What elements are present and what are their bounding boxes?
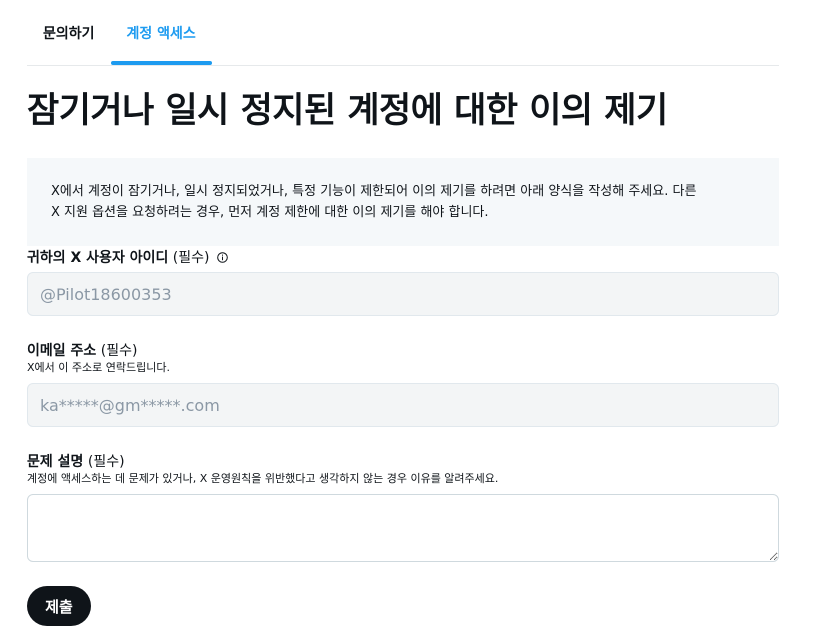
notice-line-1: X에서 계정이 잠기거나, 일시 정지되었거나, 특정 기능이 제한되어 이의 … [51,184,697,199]
email-help: X에서 이 주소로 연락드립니다. [27,361,170,374]
tab-contact[interactable]: 문의하기 [27,0,111,65]
user-id-label-text: 귀하의 X 사용자 아이디 [27,250,169,266]
email-label: 이메일 주소 (필수) [27,340,137,360]
user-id-label: 귀하의 X 사용자 아이디 (필수) [27,247,228,267]
email-input[interactable] [27,383,779,427]
tab-account-access[interactable]: 계정 액세스 [110,0,213,65]
description-textarea[interactable] [27,494,779,562]
email-required: (필수) [100,343,138,359]
tab-bar: 문의하기 계정 액세스 [27,0,779,66]
description-required: (필수) [87,454,125,470]
info-notice: X에서 계정이 잠기거나, 일시 정지되었거나, 특정 기능이 제한되어 이의 … [27,158,779,246]
page-title: 잠기거나 일시 정지된 계정에 대한 이의 제기 [27,91,668,131]
appeal-page: 문의하기 계정 액세스 잠기거나 일시 정지된 계정에 대한 이의 제기 X에서… [0,0,821,644]
submit-button[interactable]: 제출 [27,586,91,626]
description-help: 계정에 액세스하는 데 문제가 있거나, X 운영원칙을 위반했다고 생각하지 … [27,472,499,485]
email-label-text: 이메일 주소 [27,343,97,359]
notice-line-2: X 지원 옵션을 요청하려는 경우, 먼저 계정 제한에 대한 이의 제기를 해… [51,205,489,220]
description-label-text: 문제 설명 [27,454,84,470]
user-id-required: (필수) [172,250,210,266]
user-id-input[interactable] [27,272,779,316]
description-label: 문제 설명 (필수) [27,451,125,471]
info-icon[interactable] [217,251,228,263]
